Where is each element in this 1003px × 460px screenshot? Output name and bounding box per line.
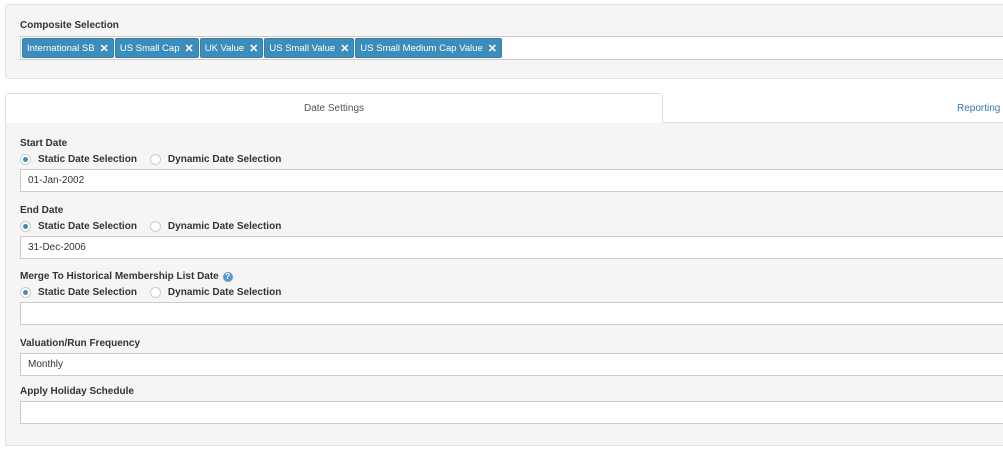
tag-us-small-value: US Small Value ✕ (264, 38, 355, 58)
radio-unselected-icon[interactable] (149, 221, 161, 232)
composite-tag-input[interactable]: International SB ✕ US Small Cap ✕ UK Val… (20, 36, 1003, 60)
merge-date-dynamic-option[interactable]: Dynamic Date Selection (149, 287, 282, 298)
radio-selected-icon[interactable] (20, 221, 31, 232)
end-date-dynamic-label: Dynamic Date Selection (167, 221, 282, 232)
end-date-dynamic-option[interactable]: Dynamic Date Selection (149, 221, 282, 232)
composite-selection-label: Composite Selection (20, 20, 119, 31)
merge-date-mode: Static Date Selection Dynamic Date Selec… (20, 287, 294, 298)
tag-label: US Small Medium Cap Value (360, 42, 483, 54)
start-date-static-option[interactable]: Static Date Selection (20, 154, 137, 165)
holiday-schedule-label: Apply Holiday Schedule (20, 386, 134, 397)
settings-tabs: Date Settings Reporting (5, 93, 1003, 123)
start-date-static-label: Static Date Selection (38, 154, 137, 165)
radio-selected-icon[interactable] (20, 287, 31, 298)
end-date-static-option[interactable]: Static Date Selection (20, 221, 137, 232)
merge-date-input[interactable] (20, 302, 1003, 325)
remove-tag-icon[interactable]: ✕ (488, 42, 497, 55)
composite-selection-panel: Composite Selection International SB ✕ U… (5, 4, 1003, 79)
end-date-static-label: Static Date Selection (38, 221, 137, 232)
tag-label: US Small Value (269, 42, 336, 54)
tag-us-small-medium-cap-value: US Small Medium Cap Value ✕ (355, 38, 502, 58)
tag-label: US Small Cap (119, 42, 180, 54)
merge-date-dynamic-label: Dynamic Date Selection (167, 287, 282, 298)
frequency-label: Valuation/Run Frequency (20, 338, 141, 349)
start-date-input[interactable]: 01-Jan-2002 (20, 169, 1003, 192)
holiday-schedule-input[interactable] (20, 401, 1003, 424)
tab-reporting[interactable]: Reporting (945, 93, 1003, 123)
date-settings-panel: Start Date Static Date Selection Dynamic… (5, 123, 1003, 446)
merge-date-static-label: Static Date Selection (38, 287, 137, 298)
remove-tag-icon[interactable]: ✕ (100, 42, 109, 55)
tag-international-sb: International SB ✕ (22, 38, 114, 58)
merge-date-static-option[interactable]: Static Date Selection (20, 287, 137, 298)
end-date-label: End Date (20, 205, 64, 216)
start-date-dynamic-label: Dynamic Date Selection (167, 154, 282, 165)
remove-tag-icon[interactable]: ✕ (340, 42, 349, 55)
frequency-select[interactable]: Monthly (20, 353, 1003, 376)
start-date-mode: Static Date Selection Dynamic Date Selec… (20, 154, 294, 165)
remove-tag-icon[interactable]: ✕ (185, 42, 194, 55)
tag-us-small-cap: US Small Cap ✕ (114, 38, 199, 58)
radio-unselected-icon[interactable] (149, 154, 161, 165)
remove-tag-icon[interactable]: ✕ (249, 42, 258, 55)
tag-label: International SB (27, 42, 95, 54)
radio-selected-icon[interactable] (20, 154, 31, 165)
radio-unselected-icon[interactable] (149, 287, 161, 298)
tag-label: UK Value (204, 42, 245, 54)
tag-uk-value: UK Value ✕ (199, 38, 264, 58)
merge-date-label: Merge To Historical Membership List Date (20, 271, 219, 282)
tab-date-settings[interactable]: Date Settings (5, 93, 663, 123)
merge-date-label-row: Merge To Historical Membership List Date… (20, 271, 233, 282)
start-date-dynamic-option[interactable]: Dynamic Date Selection (149, 154, 282, 165)
end-date-input[interactable]: 31-Dec-2006 (20, 236, 1003, 259)
end-date-mode: Static Date Selection Dynamic Date Selec… (20, 221, 294, 232)
help-icon[interactable]: ? (222, 271, 233, 282)
start-date-label: Start Date (20, 138, 68, 149)
